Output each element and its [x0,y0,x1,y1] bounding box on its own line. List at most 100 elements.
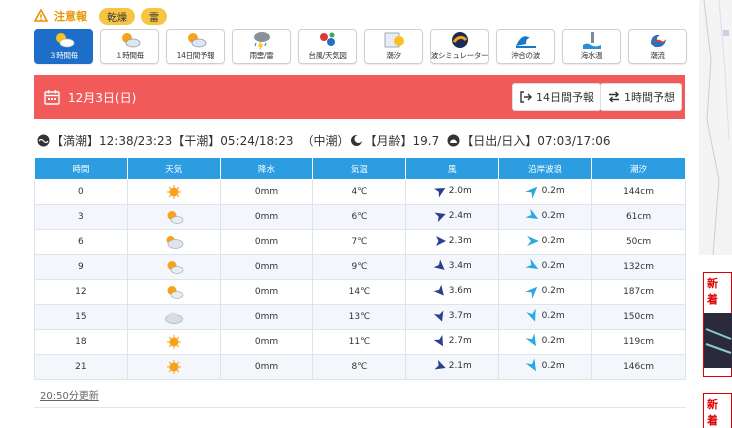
tab-3hour[interactable]: ３時間毎 [34,29,93,64]
warning-badge-dry[interactable]: 乾燥 [99,7,135,25]
table-row: 21 0mm 8℃ 2.1m 0.2m 146cm [34,354,686,380]
tide-type: （中潮） [301,134,350,148]
side-ad-2[interactable]: 新着 [703,393,732,428]
wind-cell: 2.1m [405,354,500,380]
wind-cell: 2.3m [405,229,500,255]
wind-direction-arrow-icon [435,235,446,246]
low-tide-times: 05:24/18:23 [220,133,294,148]
wave-height: 0.2m [541,335,565,346]
weather-cell [126,329,221,355]
exchange-icon [607,90,621,104]
rain-cell: 0mm [219,204,314,230]
current-icon [646,30,670,50]
tab-typhoon-map[interactable]: 台風/天気図 [298,29,357,64]
forecast-tabs: ３時間毎 １時間毎 14日間予報 雨雲/雷 台風/天気図 潮汐 波シミュレーター… [34,29,687,64]
time-cell: 21 [34,354,128,380]
wind-direction-arrow-icon [434,359,446,369]
weather-sunny-cloudy-icon [164,211,184,224]
wind-cell: 3.7m [405,304,500,330]
temp-cell: 4℃ [312,179,407,205]
temp-cell: 8℃ [312,354,407,380]
wave-direction-arrow-icon [525,357,536,371]
wave-cell: 0.2m [498,279,593,305]
wave-sim-icon [448,30,472,50]
sun-cloud-icon [118,30,142,50]
high-tide-times: 12:38/23:23 [99,133,173,148]
wind-direction-arrow-icon [433,259,445,270]
tab-wave-sim[interactable]: 波シミュレーター [430,29,489,64]
tide-cell: 150cm [591,304,686,330]
wind-direction-arrow-icon [433,284,444,296]
tab-offshore-wave[interactable]: 沖合の波 [496,29,555,64]
temp-cell: 14℃ [312,279,407,305]
weather-cloudy-sunny-icon [164,236,184,249]
sun-cloud-icon [52,30,76,50]
weather-cell [126,354,221,380]
wind-direction-arrow-icon [433,310,444,322]
wave-cell: 0.2m [498,254,593,280]
wind-speed: 2.4m [448,210,472,221]
tab-sea-temp[interactable]: 海水温 [562,29,621,64]
time-cell: 12 [34,279,128,305]
tide-cell: 61cm [591,204,686,230]
warning-icon [34,9,48,23]
updated-time-link[interactable]: 20:50分更新 [40,387,99,402]
wave-height: 0.2m [541,185,565,196]
wind-cell: 2.4m [405,204,500,230]
date-bar: 12月3日(日) 14日間予報 1時間予想 [34,75,685,119]
sunrise-sunset-times: 07:03/17:06 [537,133,611,148]
wave-direction-arrow-icon [526,235,539,246]
calendar-icon [44,89,60,105]
wave-direction-arrow-icon [524,208,538,219]
tab-14day[interactable]: 14日間予報 [166,29,225,64]
header-temp: 気温 [312,157,407,180]
header-weather: 天気 [126,157,221,180]
tide-cell: 146cm [591,354,686,380]
rain-cell: 0mm [219,254,314,280]
header-wind: 風 [405,157,500,180]
right-side-partial: 新着 新着 [699,0,732,428]
wave-cell: 0.2m [498,304,593,330]
tide-cell: 50cm [591,229,686,255]
table-row: 0 0mm 4℃ 2.0m 0.2m 144cm [34,179,686,205]
14day-forecast-button[interactable]: 14日間予報 [512,83,601,111]
tab-rain-thunder[interactable]: 雨雲/雷 [232,29,291,64]
wave-height: 0.2m [541,360,565,371]
time-cell: 9 [34,254,128,280]
weather-cell [126,204,221,230]
sun-cloud-icon [184,30,208,50]
weather-cell [126,229,221,255]
wave-direction-arrow-icon [524,186,537,199]
side-ad-1[interactable]: 新着 [703,272,732,377]
tab-current[interactable]: 潮流 [628,29,687,64]
1hour-forecast-button[interactable]: 1時間予想 [600,83,682,111]
table-row: 12 0mm 14℃ 3.6m 0.2m 187cm [34,279,686,305]
wave-direction-arrow-icon [524,286,537,299]
map-thumbnail[interactable] [699,0,732,256]
rain-cloud-icon [250,30,274,50]
rain-cell: 0mm [219,329,314,355]
sunrise-icon [447,134,460,147]
header-wave: 沿岸波浪 [498,157,593,180]
tab-1hour[interactable]: １時間毎 [100,29,159,64]
temp-cell: 9℃ [312,254,407,280]
warning-label: 注意報 [54,10,87,23]
tab-tide[interactable]: 潮汐 [364,29,423,64]
table-row: 6 0mm 7℃ 2.3m 0.2m 50cm [34,229,686,255]
current-date: 12月3日(日) [68,90,137,105]
wind-speed: 2.3m [448,235,472,246]
wave-cell: 0.2m [498,229,593,255]
wave-height: 0.2m [541,235,565,246]
moon-icon [350,134,363,147]
temp-cell: 13℃ [312,304,407,330]
weather-sunny-cloudy-icon [164,286,184,299]
wind-speed: 3.6m [448,285,472,296]
wave-height: 0.2m [541,260,565,271]
wind-speed: 2.7m [448,335,472,346]
typhoon-icon [316,30,340,50]
weather-cloudy-icon [164,312,184,324]
wind-speed: 3.7m [448,310,472,321]
divider [34,407,686,408]
warning-badge-thunder[interactable]: 雷 [141,7,167,25]
header-tide: 潮汐 [591,157,686,180]
